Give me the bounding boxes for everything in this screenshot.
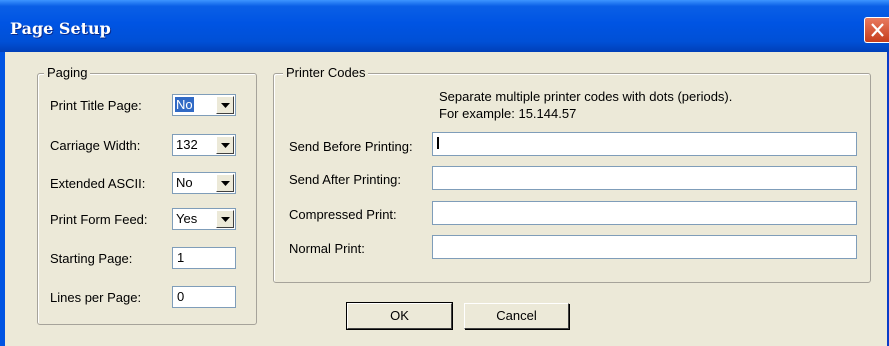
lines-per-page-label: Lines per Page: — [50, 290, 142, 305]
send-before-printing-label: Send Before Printing: — [289, 139, 413, 154]
close-button[interactable] — [864, 17, 889, 43]
extended-ascii-dropdown-button[interactable] — [216, 174, 234, 192]
lines-per-page-input[interactable]: 0 — [172, 286, 236, 308]
title-bar[interactable]: Page Setup — [0, 0, 889, 52]
print-form-feed-select[interactable]: Yes — [172, 208, 236, 230]
text-caret — [437, 137, 439, 149]
printer-codes-legend: Printer Codes — [283, 65, 369, 80]
starting-page-value: 1 — [177, 250, 185, 265]
extended-ascii-label: Extended ASCII: — [50, 176, 146, 191]
print-title-page-label: Print Title Page: — [50, 98, 142, 113]
chevron-down-icon — [221, 103, 230, 108]
compressed-print-input[interactable] — [432, 201, 857, 225]
print-title-page-value: No — [175, 97, 194, 112]
close-icon — [871, 23, 884, 37]
print-title-page-select[interactable]: No — [172, 94, 236, 116]
chevron-down-icon — [221, 143, 230, 148]
starting-page-input[interactable]: 1 — [172, 247, 236, 269]
print-form-feed-label: Print Form Feed: — [50, 212, 148, 227]
print-form-feed-dropdown-button[interactable] — [216, 210, 234, 228]
carriage-width-value: 132 — [176, 137, 198, 152]
chevron-down-icon — [221, 181, 230, 186]
print-title-page-dropdown-button[interactable] — [216, 96, 234, 114]
printer-codes-hint-line1: Separate multiple printer codes with dot… — [439, 89, 733, 104]
carriage-width-select[interactable]: 132 — [172, 134, 236, 156]
window-title: Page Setup — [10, 19, 111, 38]
normal-print-input[interactable] — [432, 235, 857, 259]
printer-codes-hint-line2: For example: 15.144.57 — [439, 106, 577, 121]
paging-legend: Paging — [44, 65, 91, 80]
compressed-print-label: Compressed Print: — [289, 207, 397, 222]
extended-ascii-select[interactable]: No — [172, 172, 236, 194]
print-form-feed-value: Yes — [176, 211, 198, 226]
normal-print-label: Normal Print: — [289, 241, 365, 256]
send-before-printing-input[interactable] — [432, 132, 857, 156]
lines-per-page-value: 0 — [177, 289, 185, 304]
carriage-width-dropdown-button[interactable] — [216, 136, 234, 154]
send-after-printing-label: Send After Printing: — [289, 172, 402, 187]
chevron-down-icon — [221, 217, 230, 222]
carriage-width-label: Carriage Width: — [50, 138, 141, 153]
extended-ascii-value: No — [176, 175, 193, 190]
window-frame-left — [0, 52, 5, 346]
ok-button[interactable]: OK — [346, 302, 453, 330]
send-after-printing-input[interactable] — [432, 166, 857, 190]
starting-page-label: Starting Page: — [50, 251, 133, 266]
cancel-button[interactable]: Cancel — [464, 303, 569, 329]
